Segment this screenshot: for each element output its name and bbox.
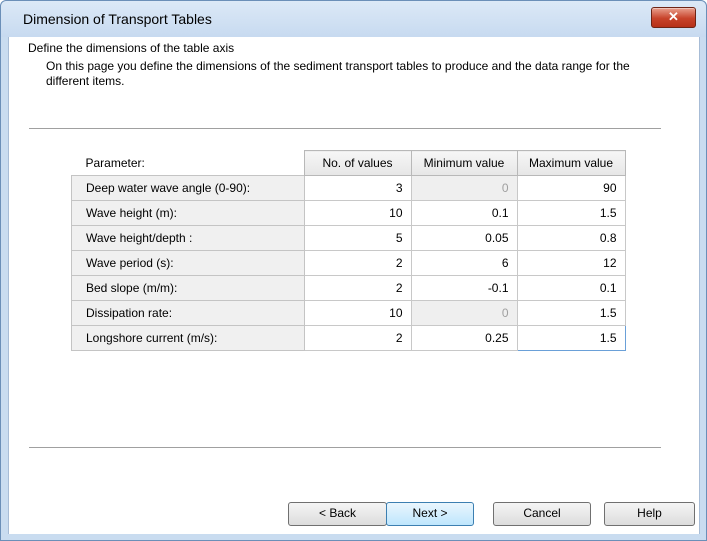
- parameter-header: Parameter:: [85, 155, 145, 170]
- minimum-value-input: 0: [410, 175, 518, 201]
- table-header-row: Parameter: No. of values Minimum value M…: [72, 150, 626, 176]
- row-label: Dissipation rate:: [71, 300, 305, 326]
- row-label: Longshore current (m/s):: [71, 325, 305, 351]
- window-title: Dimension of Transport Tables: [23, 11, 212, 27]
- table-row: Longshore current (m/s): 2 0.25 1.5: [71, 325, 626, 351]
- maximum-value-input[interactable]: 0.8: [516, 225, 626, 251]
- maximum-value-input[interactable]: 1.5: [516, 300, 626, 326]
- title-bar[interactable]: Dimension of Transport Tables: [1, 1, 706, 37]
- no-of-values-input[interactable]: 2: [303, 325, 412, 351]
- maximum-value-input[interactable]: 12: [516, 250, 626, 276]
- table-row: Wave height/depth :5 0.05 0.8: [71, 225, 626, 251]
- maximum-value-input[interactable]: 1.5: [516, 200, 626, 226]
- cancel-button[interactable]: Cancel: [493, 502, 591, 526]
- minimum-value-input[interactable]: 0.05: [410, 225, 518, 251]
- table-row: Wave height (m): 10 0.1 1.5: [71, 200, 626, 226]
- page-heading: Define the dimensions of the table axis: [28, 41, 235, 55]
- row-label: Deep water wave angle (0-90):: [71, 175, 305, 201]
- dimensions-table: Parameter: No. of values Minimum value M…: [71, 150, 626, 351]
- minimum-value-input[interactable]: 0.25: [410, 325, 518, 351]
- table-row: Wave period (s): 2 6 12: [71, 250, 626, 276]
- no-of-values-input[interactable]: 3: [303, 175, 412, 201]
- column-header-minimum-value[interactable]: Minimum value: [410, 150, 518, 176]
- close-button[interactable]: ✕: [651, 7, 696, 28]
- row-label: Wave height/depth :: [71, 225, 305, 251]
- no-of-values-input[interactable]: 10: [303, 200, 412, 226]
- row-label: Wave period (s):: [71, 250, 305, 276]
- column-header-no-of-values[interactable]: No. of values: [303, 150, 412, 176]
- maximum-value-input[interactable]: 90: [516, 175, 626, 201]
- header-divider: [29, 128, 661, 129]
- minimum-value-input[interactable]: 6: [410, 250, 518, 276]
- table-row: Dissipation rate: 10 0 1.5: [71, 300, 626, 326]
- table-row: Deep water wave angle (0-90): 3 0 90: [71, 175, 626, 201]
- no-of-values-input[interactable]: 2: [303, 250, 412, 276]
- minimum-value-input[interactable]: 0.1: [410, 200, 518, 226]
- no-of-values-input[interactable]: 10: [303, 300, 412, 326]
- maximum-value-input[interactable]: 0.1: [516, 275, 626, 301]
- row-label: Bed slope (m/m):: [71, 275, 305, 301]
- next-button[interactable]: Next >: [386, 502, 474, 526]
- page-description: On this page you define the dimensions o…: [46, 59, 630, 88]
- footer-divider: [29, 447, 661, 448]
- back-button[interactable]: < Back: [288, 502, 387, 526]
- minimum-value-input[interactable]: -0.1: [410, 275, 518, 301]
- help-button[interactable]: Help: [604, 502, 695, 526]
- column-header-maximum-value[interactable]: Maximum value: [516, 150, 626, 176]
- maximum-value-input[interactable]: 1.5: [516, 325, 626, 351]
- table-row: Bed slope (m/m): 2 -0.1 0.1: [71, 275, 626, 301]
- dialog-window: Dimension of Transport Tables ✕ Define t…: [0, 0, 707, 541]
- no-of-values-input[interactable]: 5: [303, 225, 412, 251]
- no-of-values-input[interactable]: 2: [303, 275, 412, 301]
- row-label: Wave height (m):: [71, 200, 305, 226]
- minimum-value-input: 0: [410, 300, 518, 326]
